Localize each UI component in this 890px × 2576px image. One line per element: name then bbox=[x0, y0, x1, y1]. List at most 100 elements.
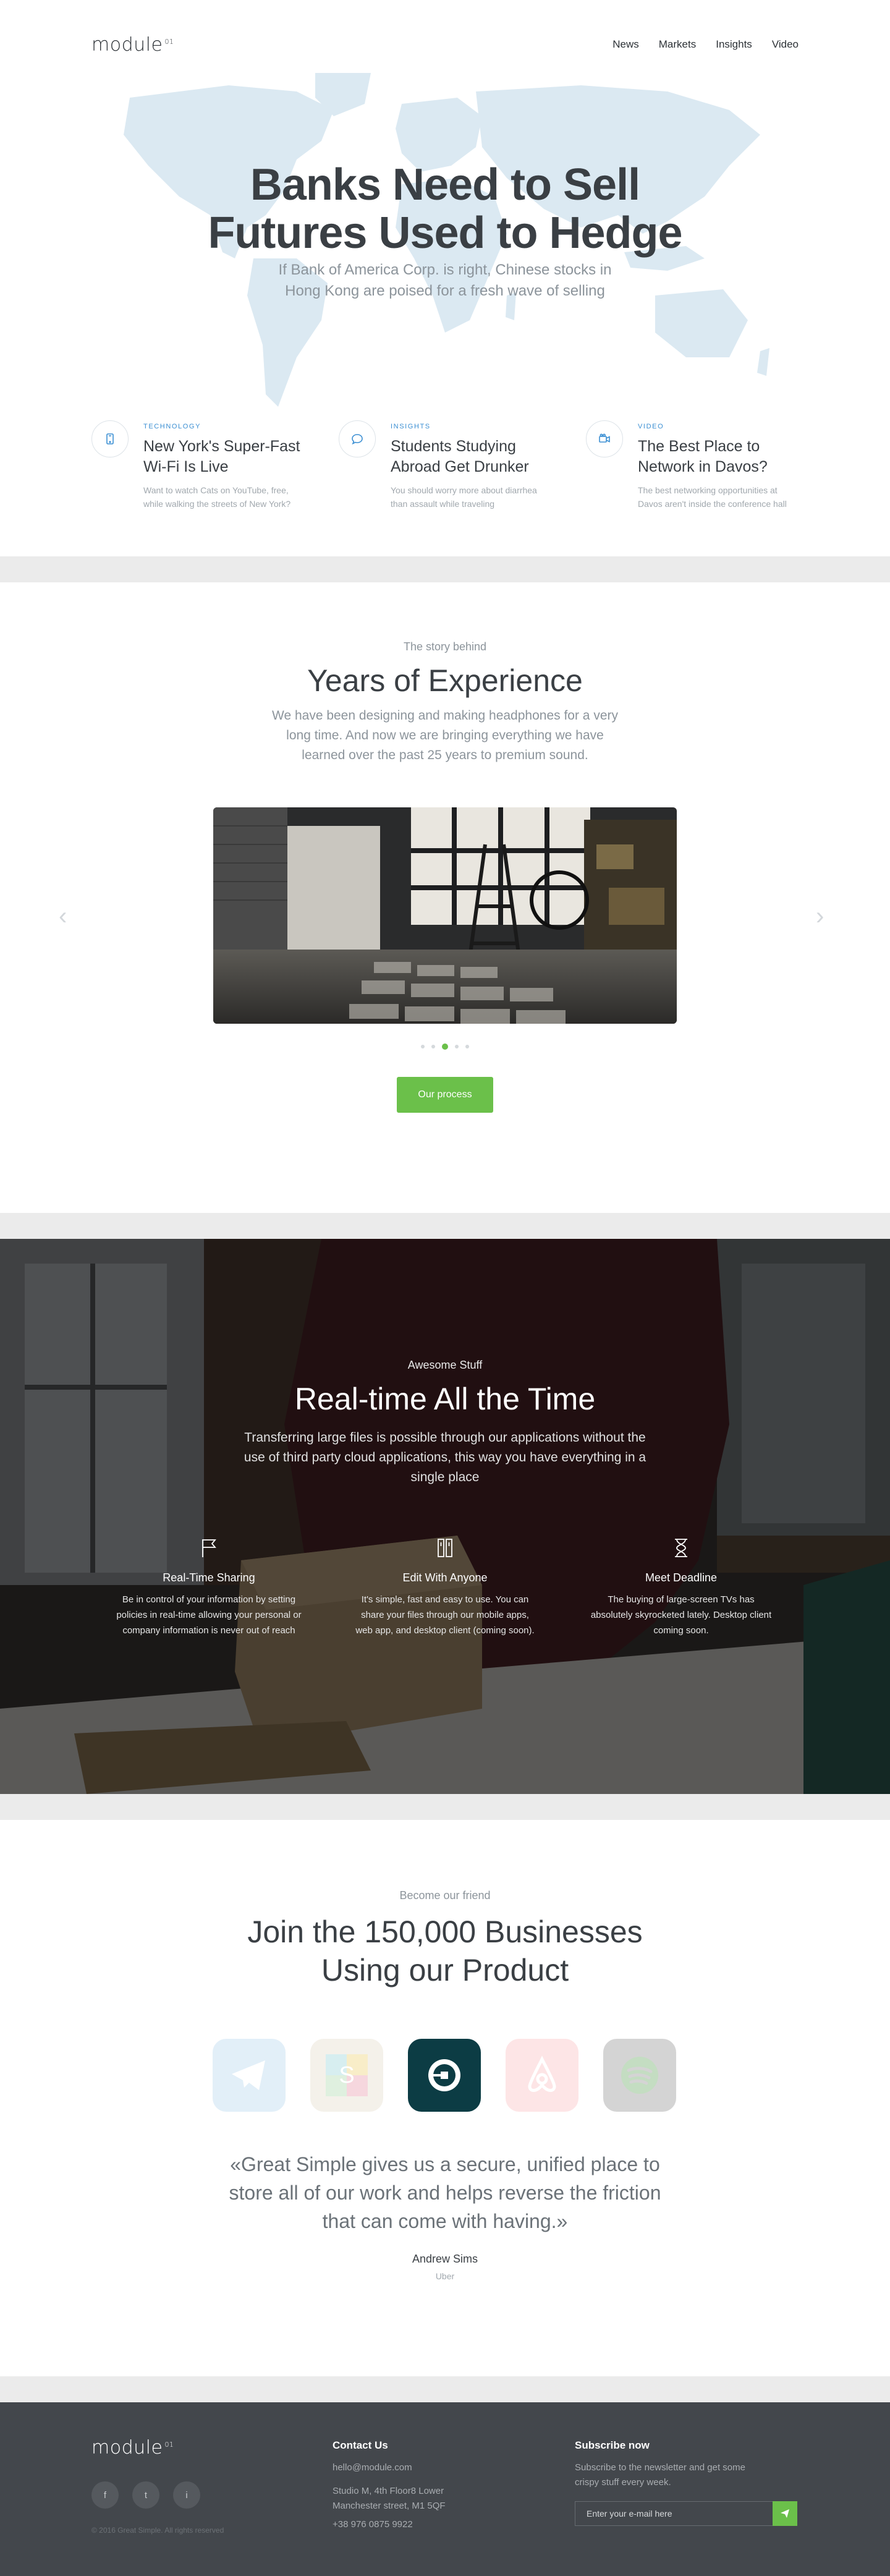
facebook-icon[interactable]: f bbox=[91, 2481, 119, 2509]
news-item[interactable]: Video The Best Place to Network in Davos… bbox=[586, 420, 799, 511]
news-title[interactable]: Students Studying Abroad Get Drunker bbox=[391, 436, 551, 477]
carousel-dot[interactable] bbox=[421, 1045, 425, 1048]
subscribe-text: Subscribe to the newsletter and get some… bbox=[575, 2462, 745, 2488]
email-input[interactable] bbox=[575, 2501, 773, 2526]
flag-icon bbox=[116, 1536, 302, 1560]
logo-superscript: 01 bbox=[164, 37, 174, 46]
section-divider bbox=[0, 1794, 890, 1820]
carousel-pagination bbox=[0, 1044, 890, 1050]
footer-logo-text: module bbox=[91, 2437, 163, 2459]
story-eyebrow: The story behind bbox=[403, 640, 487, 653]
copyright: © 2016 Great Simple. All rights reserved bbox=[91, 2526, 224, 2535]
footer-logo-superscript: 01 bbox=[164, 2441, 174, 2449]
features-eyebrow: Awesome Stuff bbox=[407, 1359, 483, 1371]
carousel-prev-arrow[interactable]: ‹ bbox=[59, 904, 67, 929]
spotify-logo[interactable] bbox=[603, 2039, 676, 2112]
hourglass-icon bbox=[588, 1536, 774, 1560]
section-divider bbox=[0, 1213, 890, 1239]
news-description: Want to watch Cats on YouTube, free, whi… bbox=[143, 485, 291, 509]
subscribe-column: Subscribe now Subscribe to the newslette… bbox=[575, 2439, 797, 2526]
slack-logo[interactable]: S bbox=[310, 2039, 383, 2112]
testimonial-author: Andrew Sims bbox=[412, 2253, 478, 2265]
nav-link-news[interactable]: News bbox=[612, 38, 639, 51]
customers-title: Join the 150,000 Businesses Using our Pr… bbox=[0, 1913, 890, 1989]
nav-link-insights[interactable]: Insights bbox=[716, 38, 752, 51]
feature-title: Meet Deadline bbox=[645, 1571, 718, 1584]
twitter-icon[interactable]: t bbox=[132, 2481, 159, 2509]
story-text: We have been designing and making headph… bbox=[272, 708, 618, 762]
contact-email[interactable]: hello@module.com bbox=[333, 2460, 446, 2475]
carousel-next-arrow[interactable]: › bbox=[816, 904, 824, 929]
feature-title: Real-Time Sharing bbox=[163, 1571, 255, 1584]
news-item[interactable]: Technology New York's Super-Fast Wi-Fi I… bbox=[91, 420, 304, 511]
contact-address-line-2: Manchester street, M1 5QF bbox=[333, 2501, 446, 2511]
news-item[interactable]: Insights Students Studying Abroad Get Dr… bbox=[339, 420, 551, 511]
logo-text: module bbox=[91, 33, 163, 56]
news-tag: Video bbox=[638, 423, 664, 430]
uber-logo[interactable] bbox=[408, 2039, 481, 2112]
svg-text:S: S bbox=[339, 2062, 354, 2088]
features-title: Real-time All the Time bbox=[294, 1382, 596, 1416]
carousel-dot[interactable] bbox=[465, 1045, 469, 1048]
news-title[interactable]: New York's Super-Fast Wi-Fi Is Live bbox=[143, 436, 304, 477]
paper-plane-icon bbox=[781, 2509, 789, 2518]
news-description: The best networking opportunities at Dav… bbox=[638, 485, 787, 509]
carousel-dot[interactable] bbox=[431, 1045, 435, 1048]
customers-title-line-2: Using our Product bbox=[321, 1953, 569, 1987]
nav-links: News Markets Insights Video bbox=[612, 38, 799, 51]
news-title[interactable]: The Best Place to Network in Davos? bbox=[638, 436, 799, 477]
contact-column: Contact Us hello@module.com Studio M, 4t… bbox=[333, 2439, 446, 2532]
hero-title-line-1: Banks Need to Sell bbox=[250, 160, 640, 210]
news-tag: Insights bbox=[391, 423, 431, 430]
chat-bubble-icon bbox=[339, 420, 376, 457]
features-background-image bbox=[0, 1239, 890, 1794]
airbnb-logo[interactable] bbox=[506, 2039, 578, 2112]
feature-item: Real-Time Sharing Be in control of your … bbox=[116, 1536, 302, 1638]
hero-section: module 01 News Markets Insights Video Ba… bbox=[0, 0, 890, 556]
subscribe-form bbox=[575, 2501, 797, 2526]
feature-item: Edit With Anyone It's simple, fast and e… bbox=[352, 1536, 538, 1638]
our-process-button[interactable]: Our process bbox=[397, 1077, 493, 1113]
footer-logo[interactable]: module 01 bbox=[91, 2437, 174, 2459]
carousel-dot[interactable] bbox=[442, 1044, 448, 1050]
testimonial-company: Uber bbox=[435, 2271, 455, 2281]
feature-description: It's simple, fast and easy to use. You c… bbox=[355, 1594, 535, 1636]
feature-description: The buying of large-screen TVs has absol… bbox=[590, 1594, 772, 1636]
hero-subtitle: If Bank of America Corp. is right, Chine… bbox=[278, 261, 612, 299]
news-description: You should worry more about diarrhea tha… bbox=[391, 485, 537, 509]
features-section: Awesome Stuff Real-time All the Time Tra… bbox=[0, 1239, 890, 1794]
social-links: f t i bbox=[91, 2481, 200, 2509]
contact-title: Contact Us bbox=[333, 2439, 388, 2451]
features-text: Transferring large files is possible thr… bbox=[244, 1430, 646, 1484]
nav-link-markets[interactable]: Markets bbox=[659, 38, 696, 51]
section-divider bbox=[0, 2376, 890, 2402]
news-tag: Technology bbox=[143, 423, 201, 430]
story-section: The story behind Years of Experience We … bbox=[0, 582, 890, 1213]
testimonial-quote: «Great Simple gives us a secure, unified… bbox=[229, 2153, 661, 2232]
subscribe-title: Subscribe now bbox=[575, 2439, 650, 2451]
contact-phone[interactable]: +38 976 0875 9922 bbox=[333, 2517, 446, 2532]
features-list: Real-Time Sharing Be in control of your … bbox=[116, 1536, 774, 1638]
section-divider bbox=[0, 556, 890, 582]
telegram-logo[interactable] bbox=[213, 2039, 286, 2112]
carousel-dot[interactable] bbox=[455, 1045, 459, 1048]
news-list: Technology New York's Super-Fast Wi-Fi I… bbox=[91, 420, 799, 511]
instagram-icon[interactable]: i bbox=[173, 2481, 200, 2509]
nav-link-video[interactable]: Video bbox=[772, 38, 799, 51]
hero-title-line-2: Futures Used to Hedge bbox=[208, 208, 682, 258]
logo[interactable]: module 01 bbox=[91, 34, 174, 56]
feature-item: Meet Deadline The buying of large-screen… bbox=[588, 1536, 774, 1638]
customers-eyebrow: Become our friend bbox=[399, 1889, 491, 1902]
send-button[interactable] bbox=[773, 2501, 797, 2526]
carousel-slide-image bbox=[213, 807, 677, 1024]
phone-icon bbox=[91, 420, 129, 457]
customers-section: Become our friend Join the 150,000 Busin… bbox=[0, 1820, 890, 2376]
feature-description: Be in control of your information by set… bbox=[116, 1594, 302, 1636]
contact-address-line-1: Studio M, 4th Floor8 Lower bbox=[333, 2486, 444, 2496]
top-nav: module 01 News Markets Insights Video bbox=[91, 32, 799, 57]
customers-title-line-1: Join the 150,000 Businesses bbox=[247, 1915, 643, 1949]
hero-title: Banks Need to Sell Futures Used to Hedge bbox=[0, 161, 890, 257]
feature-title: Edit With Anyone bbox=[402, 1571, 488, 1584]
customer-logos: S bbox=[213, 2039, 676, 2112]
video-camera-icon bbox=[586, 420, 623, 457]
